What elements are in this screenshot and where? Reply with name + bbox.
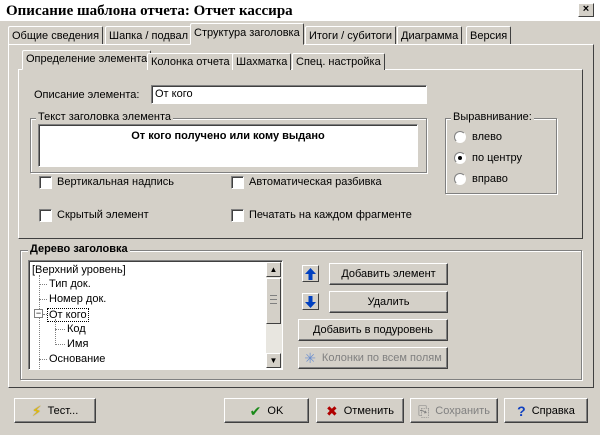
ok-label: OK xyxy=(267,404,284,417)
autowrap-checkbox[interactable] xyxy=(231,176,244,189)
vertical-checkbox[interactable] xyxy=(39,176,52,189)
tree-item-root[interactable]: [Верхний уровень] xyxy=(32,264,126,276)
description-input[interactable]: От кого xyxy=(151,85,427,104)
tree-connector xyxy=(55,329,65,330)
tree-item-doc-number[interactable]: Номер док. xyxy=(49,293,106,305)
save-label: Сохранить xyxy=(435,404,490,417)
align-left-label: влево xyxy=(472,131,502,143)
align-center-radio[interactable] xyxy=(454,152,466,164)
collapse-toggle[interactable]: − xyxy=(34,309,43,318)
add-sublevel-button[interactable]: Добавить в подуровень xyxy=(298,319,448,341)
tree-item-doc-type[interactable]: Тип док. xyxy=(49,278,91,290)
tree-scrollbar[interactable]: ▲ ▼ xyxy=(266,262,282,368)
test-label: Тест... xyxy=(47,404,79,417)
delete-button[interactable]: Удалить xyxy=(329,291,448,313)
print-each-label: Печатать на каждом фрагменте xyxy=(249,209,412,221)
tree-connector xyxy=(55,319,56,345)
align-center-label: по центру xyxy=(472,152,523,164)
align-right-label: вправо xyxy=(472,173,508,185)
header-text-group-title: Текст заголовка элемента xyxy=(36,111,173,123)
tree-connector xyxy=(39,299,47,300)
sparkle-icon: ✳ xyxy=(304,350,316,366)
lightning-icon: ⚡ xyxy=(31,402,42,419)
columns-all-fields-label: Колонки по всем полям xyxy=(321,352,442,364)
move-up-button[interactable] xyxy=(302,265,319,282)
arrow-down-icon xyxy=(305,295,316,308)
help-label: Справка xyxy=(531,404,575,417)
tree-item-from-whom[interactable]: От кого xyxy=(47,308,89,322)
autowrap-label: Автоматическая разбивка xyxy=(249,176,382,188)
radio-selected-dot xyxy=(458,156,462,160)
help-button[interactable]: ? Справка xyxy=(504,398,588,423)
vertical-label: Вертикальная надпись xyxy=(57,176,174,188)
test-button[interactable]: ⚡ Тест... xyxy=(14,398,96,423)
scroll-down-icon[interactable]: ▼ xyxy=(266,353,281,368)
columns-all-fields-button[interactable]: ✳ Колонки по всем полям xyxy=(298,347,448,369)
help-question-icon: ? xyxy=(517,402,526,419)
header-tree[interactable]: − [Верхний уровень] Тип док. Номер док. … xyxy=(28,260,283,370)
save-icon: ⎘ xyxy=(418,402,430,419)
hidden-label: Скрытый элемент xyxy=(57,209,149,221)
tree-group-title: Дерево заголовка xyxy=(28,243,130,255)
cancel-button[interactable]: ✖ Отменить xyxy=(316,398,404,423)
cancel-label: Отменить xyxy=(343,404,394,417)
arrow-up-icon xyxy=(305,267,316,280)
align-right-radio[interactable] xyxy=(454,173,466,185)
cancel-x-icon: ✖ xyxy=(326,402,338,419)
alignment-title: Выравнивание: xyxy=(451,111,534,123)
add-element-button[interactable]: Добавить элемент xyxy=(329,263,448,285)
scroll-up-icon[interactable]: ▲ xyxy=(266,262,281,277)
scroll-thumb[interactable] xyxy=(266,278,281,324)
tree-connector xyxy=(39,275,40,369)
tree-connector xyxy=(39,359,47,360)
move-down-button[interactable] xyxy=(302,293,319,310)
tree-item-name[interactable]: Имя xyxy=(67,338,88,350)
tree-connector xyxy=(55,344,65,345)
print-each-checkbox[interactable] xyxy=(231,209,244,222)
save-button[interactable]: ⎘ Сохранить xyxy=(410,398,498,423)
description-label: Описание элемента: xyxy=(34,89,140,101)
tree-connector xyxy=(39,284,47,285)
checkmark-icon: ✔ xyxy=(249,402,262,419)
tree-item-basis[interactable]: Основание xyxy=(49,353,105,365)
hidden-checkbox[interactable] xyxy=(39,209,52,222)
header-text-input[interactable]: От кого получено или кому выдано xyxy=(38,124,418,167)
tree-item-code[interactable]: Код xyxy=(67,323,86,335)
ok-button[interactable]: ✔ OK xyxy=(224,398,309,423)
align-left-radio[interactable] xyxy=(454,131,466,143)
